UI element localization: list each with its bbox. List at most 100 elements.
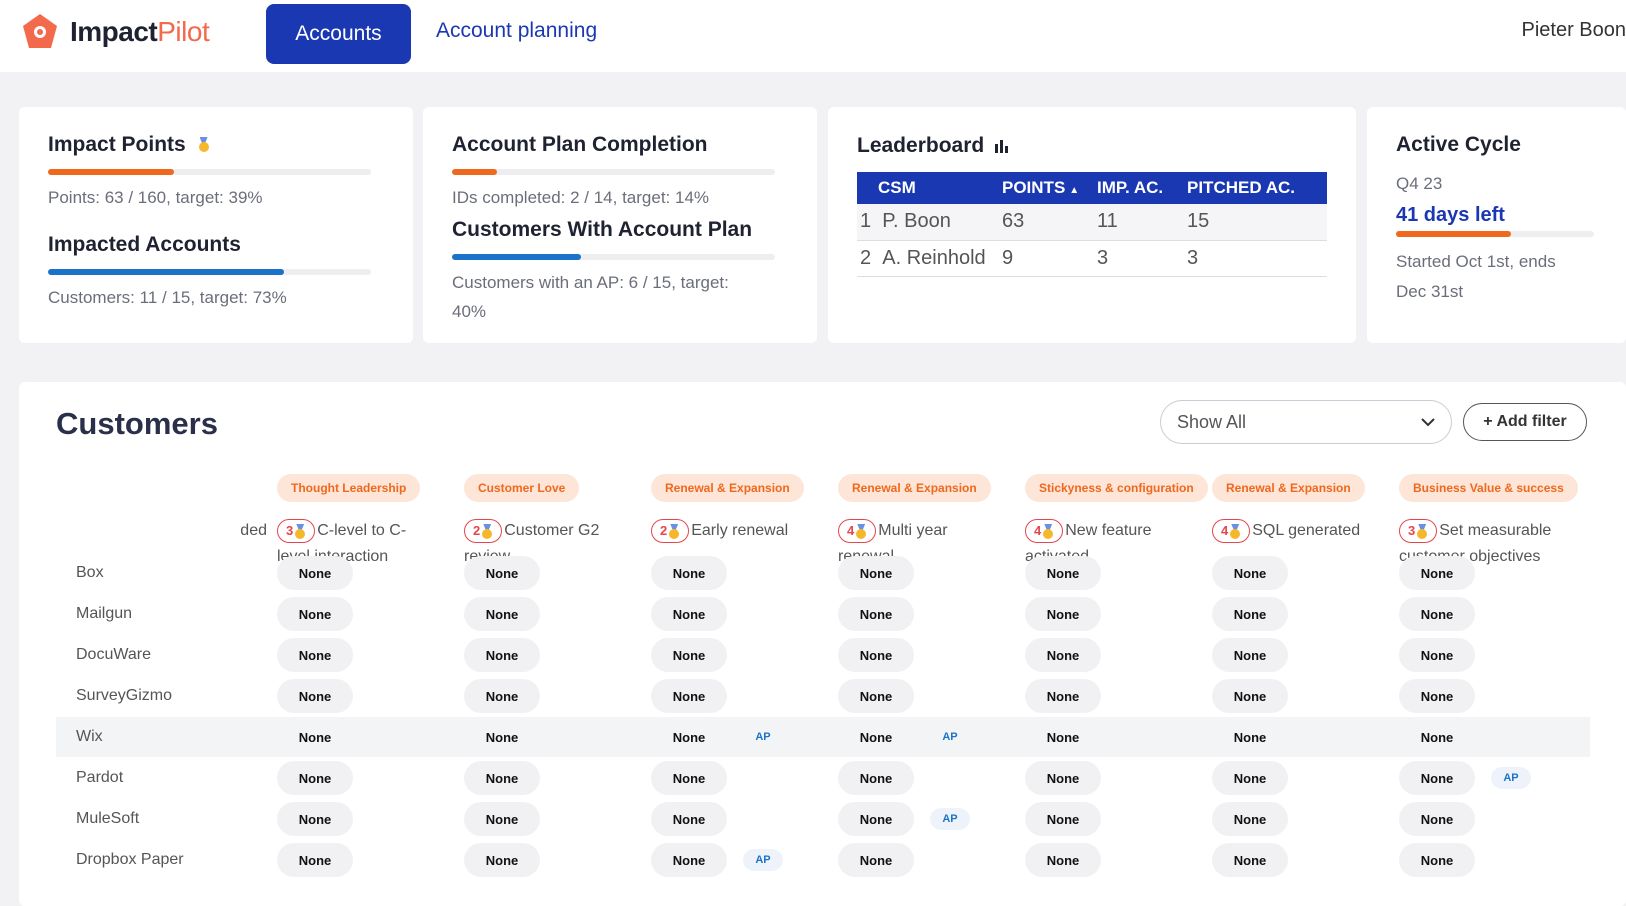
status-pill[interactable]: None xyxy=(1399,638,1475,672)
ap-badge[interactable]: AP xyxy=(930,726,970,748)
customer-name[interactable]: Mailgun xyxy=(76,605,132,623)
column-header[interactable]: 4 SQL generated xyxy=(1212,518,1382,544)
status-pill[interactable]: None xyxy=(277,597,353,631)
column-header[interactable]: 2 Early renewal xyxy=(651,518,821,544)
status-pill[interactable]: None xyxy=(651,843,727,877)
ap-badge[interactable]: AP xyxy=(743,726,783,748)
customer-name[interactable]: Wix xyxy=(76,728,103,746)
status-pill[interactable]: None xyxy=(651,720,727,754)
status-pill[interactable]: None xyxy=(1399,761,1475,795)
status-pill[interactable]: None xyxy=(277,679,353,713)
leaderboard-header-csm[interactable]: CSM xyxy=(857,172,1002,204)
customer-name[interactable]: SurveyGizmo xyxy=(76,687,172,705)
customer-row[interactable]: Mailgun None None None None None None None xyxy=(56,594,1590,634)
status-pill[interactable]: None xyxy=(651,556,727,590)
medal-icon xyxy=(198,137,210,152)
leaderboard-header-pitched[interactable]: PITCHED AC. xyxy=(1187,172,1327,204)
status-pill[interactable]: None xyxy=(464,843,540,877)
status-pill[interactable]: None xyxy=(651,638,727,672)
status-pill[interactable]: None xyxy=(838,597,914,631)
status-pill[interactable]: None xyxy=(1212,556,1288,590)
status-pill[interactable]: None xyxy=(1212,638,1288,672)
status-pill[interactable]: None xyxy=(1025,761,1101,795)
status-pill[interactable]: None xyxy=(838,638,914,672)
ap-badge[interactable]: AP xyxy=(1491,767,1531,789)
status-pill[interactable]: None xyxy=(1212,679,1288,713)
status-pill[interactable]: None xyxy=(464,638,540,672)
leaderboard-table: CSM POINTS ▲ IMP. AC. PITCHED AC. 1 P. Bo… xyxy=(857,172,1327,277)
show-filter-select[interactable]: Show All xyxy=(1160,400,1452,444)
column-category-tag: Thought Leadership xyxy=(277,474,421,502)
status-pill[interactable]: None xyxy=(277,720,353,754)
customer-name[interactable]: DocuWare xyxy=(76,646,151,664)
status-pill[interactable]: None xyxy=(1399,802,1475,836)
ap-badge[interactable]: AP xyxy=(930,808,970,830)
customer-row[interactable]: Box None None None None None None None xyxy=(56,553,1590,593)
status-pill[interactable]: None xyxy=(464,679,540,713)
user-name[interactable]: Pieter Boon xyxy=(1521,19,1626,42)
status-pill[interactable]: None xyxy=(1399,679,1475,713)
active-cycle-title: Active Cycle xyxy=(1396,133,1521,156)
status-pill[interactable]: None xyxy=(464,761,540,795)
status-pill[interactable]: None xyxy=(277,843,353,877)
sort-asc-icon: ▲ xyxy=(1069,185,1080,196)
status-pill[interactable]: None xyxy=(1399,843,1475,877)
status-pill[interactable]: None xyxy=(277,556,353,590)
status-pill[interactable]: None xyxy=(1025,843,1101,877)
leaderboard-row: 1 P. Boon 63 11 15 xyxy=(857,204,1327,241)
nav-accounts[interactable]: Accounts xyxy=(266,4,411,64)
status-pill[interactable]: None xyxy=(464,556,540,590)
customer-row[interactable]: Pardot None None None None None None None AP xyxy=(56,758,1590,798)
status-pill[interactable]: None xyxy=(1025,638,1101,672)
status-pill[interactable]: None xyxy=(651,802,727,836)
status-pill[interactable]: None xyxy=(464,597,540,631)
leaderboard-title: Leaderboard xyxy=(857,134,985,157)
status-pill[interactable]: None xyxy=(838,761,914,795)
status-pill[interactable]: None xyxy=(1212,761,1288,795)
leaderboard-csm: A. Reinhold xyxy=(882,246,986,269)
add-filter-button[interactable]: + Add filter xyxy=(1463,403,1587,441)
customer-row[interactable]: Dropbox Paper None None None AP None None None N… xyxy=(56,840,1590,880)
status-pill[interactable]: None xyxy=(1212,720,1288,754)
status-pill[interactable]: None xyxy=(1025,556,1101,590)
customer-row[interactable]: DocuWare None None None None None None None xyxy=(56,635,1590,675)
ap-badge[interactable]: AP xyxy=(743,849,783,871)
status-pill[interactable]: None xyxy=(1025,802,1101,836)
column-header-line1: Early renewal xyxy=(691,522,789,539)
status-pill[interactable]: None xyxy=(1025,679,1101,713)
customer-name[interactable]: Box xyxy=(76,564,104,582)
status-pill[interactable]: None xyxy=(277,802,353,836)
status-pill[interactable]: None xyxy=(1399,597,1475,631)
status-pill[interactable]: None xyxy=(1399,556,1475,590)
leaderboard-header-imp[interactable]: IMP. AC. xyxy=(1097,172,1187,204)
customer-row[interactable]: MuleSoft None None None None AP None None None xyxy=(56,799,1590,839)
status-pill[interactable]: None xyxy=(1399,720,1475,754)
status-pill[interactable]: None xyxy=(1212,597,1288,631)
status-pill[interactable]: None xyxy=(1025,597,1101,631)
status-pill[interactable]: None xyxy=(838,720,914,754)
customer-name[interactable]: Pardot xyxy=(76,769,123,787)
status-pill[interactable]: None xyxy=(838,802,914,836)
customer-name[interactable]: Dropbox Paper xyxy=(76,851,184,869)
nav-account-planning[interactable]: Account planning xyxy=(436,19,597,43)
customer-name[interactable]: MuleSoft xyxy=(76,810,139,828)
points-badge: 2 xyxy=(464,518,503,543)
status-pill[interactable]: None xyxy=(1212,802,1288,836)
status-pill[interactable]: None xyxy=(464,802,540,836)
status-pill[interactable]: None xyxy=(464,720,540,754)
status-pill[interactable]: None xyxy=(277,638,353,672)
customer-row[interactable]: SurveyGizmo None None None None None None None xyxy=(56,676,1590,716)
status-pill[interactable]: None xyxy=(651,761,727,795)
status-pill[interactable]: None xyxy=(1212,843,1288,877)
status-pill[interactable]: None xyxy=(1025,720,1101,754)
status-pill[interactable]: None xyxy=(838,843,914,877)
status-pill[interactable]: None xyxy=(838,556,914,590)
logo-text-primary: Impact xyxy=(70,16,158,47)
leaderboard-header-points[interactable]: POINTS ▲ xyxy=(1002,172,1097,204)
status-pill[interactable]: None xyxy=(651,597,727,631)
status-pill[interactable]: None xyxy=(277,761,353,795)
status-pill[interactable]: None xyxy=(651,679,727,713)
customer-row[interactable]: Wix None None None AP None AP None None None xyxy=(56,717,1590,757)
status-pill[interactable]: None xyxy=(838,679,914,713)
logo[interactable]: ImpactPilot xyxy=(20,12,210,52)
